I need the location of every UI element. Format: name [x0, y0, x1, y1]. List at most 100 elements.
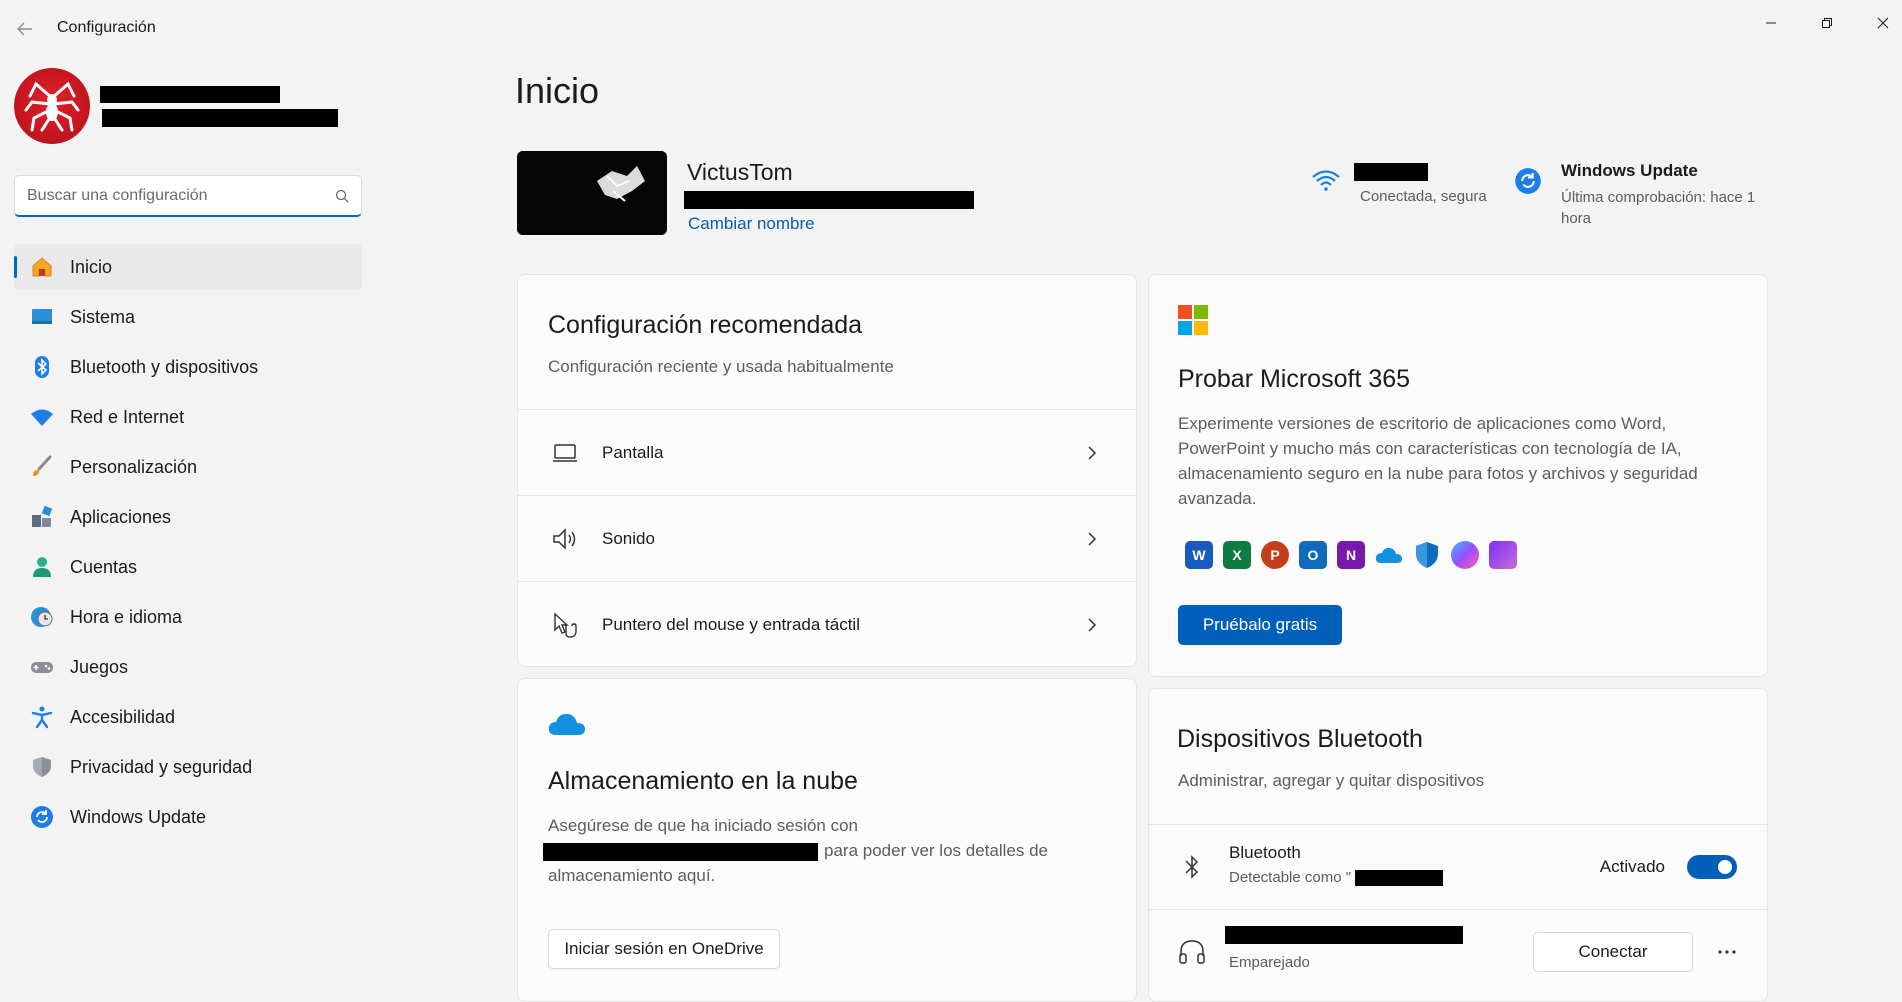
sidebar-item-hora[interactable]: Hora e idioma — [14, 594, 362, 640]
clock-globe-icon — [28, 603, 56, 631]
row-label: Sonido — [602, 528, 655, 548]
update-icon — [28, 803, 56, 831]
account-icon — [28, 553, 56, 581]
sidebar-item-label: Bluetooth y dispositivos — [70, 356, 259, 377]
search-icon — [335, 189, 349, 202]
close-button[interactable] — [1860, 6, 1902, 40]
sidebar-item-label: Accesibilidad — [70, 706, 176, 727]
home-icon — [28, 253, 56, 281]
sidebar-item-bluetooth[interactable]: Bluetooth y dispositivos — [14, 344, 362, 390]
system-icon — [28, 303, 56, 331]
recommended-subtitle: Configuración reciente y usada habitualm… — [548, 357, 894, 376]
network-status-button[interactable] — [1311, 168, 1341, 197]
bluetooth-symbol-icon — [1177, 852, 1207, 882]
more-options-button[interactable] — [1707, 932, 1747, 972]
redacted-account-email — [543, 843, 818, 861]
sidebar-item-cuentas[interactable]: Cuentas — [14, 544, 362, 590]
setting-row-puntero[interactable]: Puntero del mouse y entrada táctil — [518, 581, 1136, 667]
setting-row-pantalla[interactable]: Pantalla — [518, 409, 1136, 495]
outlook-icon: O — [1299, 541, 1327, 569]
sidebar-nav: Inicio Sistema Bluetooth y dispositivos … — [14, 244, 362, 844]
word-icon: W — [1185, 541, 1213, 569]
sidebar-item-label: Windows Update — [70, 806, 207, 827]
device-status: Emparejado — [1229, 953, 1310, 971]
sidebar-item-label: Sistema — [70, 306, 136, 327]
setting-row-sonido[interactable]: Sonido — [518, 495, 1136, 581]
sidebar-item-label: Privacidad y seguridad — [70, 756, 253, 777]
accessibility-icon — [28, 703, 56, 731]
sidebar-item-label: Hora e idioma — [70, 606, 183, 627]
wallpaper-image — [517, 151, 667, 235]
sidebar-item-label: Juegos — [70, 656, 129, 677]
sidebar-item-label: Personalización — [70, 456, 198, 477]
onenote-icon: N — [1337, 541, 1365, 569]
chevron-right-icon — [1082, 443, 1102, 463]
chevron-right-icon — [1082, 615, 1102, 635]
cloud-text-line1: Asegúrese de que ha iniciado sesión con — [548, 816, 858, 835]
app-title: Configuración — [57, 19, 156, 36]
onedrive-icon — [1375, 541, 1403, 569]
windows-update-status-button[interactable] — [1514, 167, 1542, 200]
close-icon — [1877, 17, 1889, 29]
sidebar-item-juegos[interactable]: Juegos — [14, 644, 362, 690]
update-status-icon — [1515, 168, 1541, 194]
device-name: VictusTom — [687, 159, 793, 185]
excel-icon: X — [1223, 541, 1251, 569]
display-icon — [550, 438, 580, 468]
row-label: Puntero del mouse y entrada táctil — [602, 614, 860, 634]
maximize-icon — [1822, 18, 1832, 28]
sidebar-item-accesibilidad[interactable]: Accesibilidad — [14, 694, 362, 740]
bluetooth-discoverable-text: Detectable como " — [1229, 868, 1352, 886]
powerpoint-icon: P — [1261, 541, 1289, 569]
bluetooth-title: Dispositivos Bluetooth — [1177, 725, 1423, 753]
row-label: Pantalla — [602, 442, 664, 462]
gamepad-icon — [28, 653, 56, 681]
bluetooth-label: Bluetooth — [1229, 842, 1301, 862]
redacted-device-name — [1355, 869, 1443, 886]
page-title: Inicio — [515, 70, 600, 111]
sidebar-item-windows-update[interactable]: Windows Update — [14, 794, 362, 840]
rename-link[interactable]: Cambiar nombre — [688, 214, 815, 234]
redacted-device-model — [684, 191, 974, 209]
bluetooth-subtitle: Administrar, agregar y quitar dispositiv… — [1178, 771, 1485, 790]
onedrive-signin-button[interactable]: Iniciar sesión en OneDrive — [548, 929, 780, 969]
sidebar-item-aplicaciones[interactable]: Aplicaciones — [14, 494, 362, 540]
try-free-button[interactable]: Pruébalo gratis — [1178, 605, 1342, 645]
sidebar-item-label: Aplicaciones — [70, 506, 172, 527]
pointer-touch-icon — [550, 610, 580, 640]
device-wallpaper-thumbnail[interactable] — [517, 151, 667, 235]
minimize-icon — [1766, 22, 1776, 24]
wifi-status-icon — [1312, 170, 1340, 191]
windows-update-title: Windows Update — [1561, 161, 1698, 180]
sidebar-item-personalizacion[interactable]: Personalización — [14, 444, 362, 490]
sidebar-item-inicio[interactable]: Inicio — [14, 244, 362, 290]
redacted-network-name — [1354, 163, 1428, 181]
cloud-text-line3: almacenamiento aquí. — [548, 866, 716, 885]
sidebar-item-sistema[interactable]: Sistema — [14, 294, 362, 340]
connect-button[interactable]: Conectar — [1533, 932, 1693, 972]
spider-logo-icon — [24, 81, 80, 132]
search-input[interactable] — [27, 186, 335, 205]
cloud-icon — [548, 711, 586, 742]
avatar[interactable] — [14, 68, 90, 144]
m365-card: Probar Microsoft 365 Experimente version… — [1148, 274, 1768, 677]
back-button[interactable] — [8, 14, 42, 44]
minimize-button[interactable] — [1748, 6, 1794, 40]
shield-icon — [28, 753, 56, 781]
maximize-button[interactable] — [1804, 6, 1850, 40]
bluetooth-toggle[interactable] — [1687, 855, 1737, 879]
wifi-icon — [28, 403, 56, 431]
headphones-icon — [1177, 937, 1207, 967]
bluetooth-state-label: Activado — [1599, 857, 1665, 876]
sidebar-item-label: Cuentas — [70, 556, 138, 577]
chevron-right-icon — [1082, 529, 1102, 549]
m365-description: Experimente versiones de escritorio de a… — [1178, 414, 1698, 508]
sidebar-item-red[interactable]: Red e Internet — [14, 394, 362, 440]
sidebar-item-privacidad[interactable]: Privacidad y seguridad — [14, 744, 362, 790]
m365-title: Probar Microsoft 365 — [1178, 365, 1411, 393]
brush-icon — [28, 453, 56, 481]
m365-app-icons: W X P O N — [1185, 541, 1527, 569]
search-box[interactable] — [14, 175, 362, 217]
bluetooth-toggle-row: Bluetooth Detectable como " Activado — [1149, 824, 1767, 909]
windows-update-status: Última comprobación: hace 1 hora — [1561, 189, 1756, 227]
